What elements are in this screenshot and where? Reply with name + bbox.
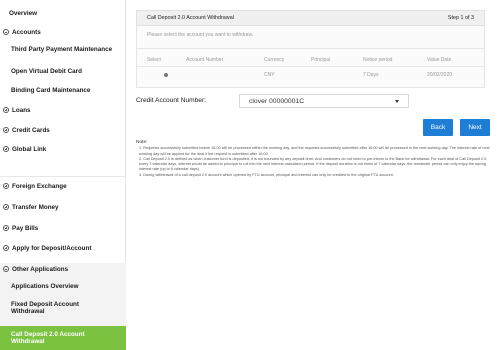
sidebar-item-overview[interactable]: Overview <box>0 6 126 20</box>
cell-notice-period: 7 Days <box>363 72 379 78</box>
main-content: Call Deposit 2.0 Account Withdrawal Step… <box>126 0 497 350</box>
expand-icon <box>3 127 9 133</box>
expand-icon <box>3 146 9 152</box>
sidebar-item-label: Transfer Money <box>12 203 59 211</box>
sidebar-item-label: Open Virtual Debit Card <box>11 67 82 75</box>
column-header-account-number: Account Number <box>186 57 224 63</box>
credit-account-select[interactable]: clover 00000001C <box>239 94 409 108</box>
sidebar-item-call-deposit-withdrawal[interactable]: Call Deposit 2.0 Account Withdrawal <box>0 326 126 350</box>
step-indicator: Step 1 of 3 <box>447 15 474 21</box>
cell-value-date: 20/02/2020 <box>427 72 453 78</box>
sidebar-item-label: Other Applications <box>12 265 69 273</box>
sidebar-item-third-party-payment[interactable]: Third Party Payment Maintenance <box>0 43 126 55</box>
table-divider <box>137 48 484 49</box>
collapse-icon <box>3 29 9 35</box>
panel-header: Call Deposit 2.0 Account Withdrawal Step… <box>136 10 485 26</box>
sidebar-item-foreign-exchange[interactable]: Foreign Exchange <box>0 180 126 192</box>
expand-icon <box>3 204 9 210</box>
sidebar-item-label: Loans <box>12 106 31 114</box>
sidebar-item-label: Accounts <box>12 28 41 36</box>
expand-icon <box>3 225 9 231</box>
note-item: 1. Requests successfully submitted befor… <box>139 146 490 156</box>
note-item: 3. During withdrawal of a call deposit 2… <box>139 172 394 177</box>
column-header-principal: Principal <box>311 57 331 63</box>
account-radio-button[interactable] <box>164 73 168 77</box>
sidebar-item-label: Foreign Exchange <box>12 182 67 190</box>
sidebar-item-label: Global Link <box>12 145 47 153</box>
sidebar-item-pay-bills[interactable]: Pay Bills <box>0 222 126 234</box>
credit-account-value: clover 00000001C <box>249 97 305 105</box>
instruction-text: Please select the account you want to wi… <box>147 32 254 38</box>
sidebar-item-label: Credit Cards <box>12 126 50 134</box>
next-button-label: Next <box>468 124 482 131</box>
notes-title: Note: <box>136 140 148 145</box>
sidebar-item-accounts[interactable]: Accounts <box>0 26 126 38</box>
column-header-currency: Currency <box>264 57 285 63</box>
next-button[interactable]: Next <box>460 119 490 136</box>
sidebar-item-label: Applications Overview <box>11 282 79 290</box>
sidebar-item-label: Overview <box>9 9 38 17</box>
sidebar-item-open-virtual-debit-card[interactable]: Open Virtual Debit Card <box>0 65 126 77</box>
sidebar-item-credit-cards[interactable]: Credit Cards <box>0 124 126 136</box>
sidebar-item-applications-overview[interactable]: Applications Overview <box>0 280 126 292</box>
expand-icon <box>3 245 9 251</box>
sidebar-item-label: Withdrawal <box>11 338 45 345</box>
dropdown-arrow-icon <box>395 100 399 103</box>
sidebar-item-label: Third Party Payment Maintenance <box>11 45 113 53</box>
sidebar-item-loans[interactable]: Loans <box>0 104 126 116</box>
account-table: Please select the account you want to wi… <box>136 26 485 88</box>
sidebar-nav: Overview Accounts Third Party Payment Ma… <box>0 0 126 350</box>
cell-currency: CNY <box>264 72 275 78</box>
expand-icon <box>3 107 9 113</box>
note-item: 2. Call Deposit 2.0 is defined as when c… <box>139 156 488 172</box>
sidebar-item-fixed-deposit-withdrawal[interactable]: Fixed Deposit Account Withdrawal <box>0 299 126 317</box>
sidebar-item-transfer-money[interactable]: Transfer Money <box>0 201 126 213</box>
back-button-label: Back <box>430 124 446 131</box>
sidebar-item-apply-deposit[interactable]: Apply for Deposit/Account <box>0 242 126 254</box>
table-divider <box>137 66 484 67</box>
sidebar-divider <box>0 176 126 177</box>
column-header-select: Select <box>147 57 161 63</box>
expand-icon <box>3 183 9 189</box>
sidebar-item-label: Apply for Deposit/Account <box>12 244 92 252</box>
sidebar-item-other-applications[interactable]: Other Applications <box>0 263 126 275</box>
sidebar-item-label: Binding Card Maintenance <box>11 86 91 94</box>
sidebar-item-global-link[interactable]: Global Link <box>0 143 126 155</box>
notes-section: Note: 1. Requests successfully submitted… <box>136 140 491 178</box>
sidebar-item-label: Pay Bills <box>12 224 39 232</box>
sidebar-item-label: Fixed Deposit Account <box>11 300 79 308</box>
sidebar-item-label: Withdrawal <box>11 308 45 315</box>
collapse-icon <box>3 266 9 272</box>
column-header-value-date: Value Date <box>427 57 452 63</box>
sidebar-item-label: Call Deposit 2.0 Account <box>11 330 85 338</box>
sidebar-item-binding-card[interactable]: Binding Card Maintenance <box>0 84 126 96</box>
page-title: Call Deposit 2.0 Account Withdrawal <box>147 15 234 21</box>
back-button[interactable]: Back <box>423 119 453 136</box>
column-header-notice-period: Notice period <box>363 57 393 63</box>
credit-account-label: Credit Account Number: <box>136 97 206 104</box>
